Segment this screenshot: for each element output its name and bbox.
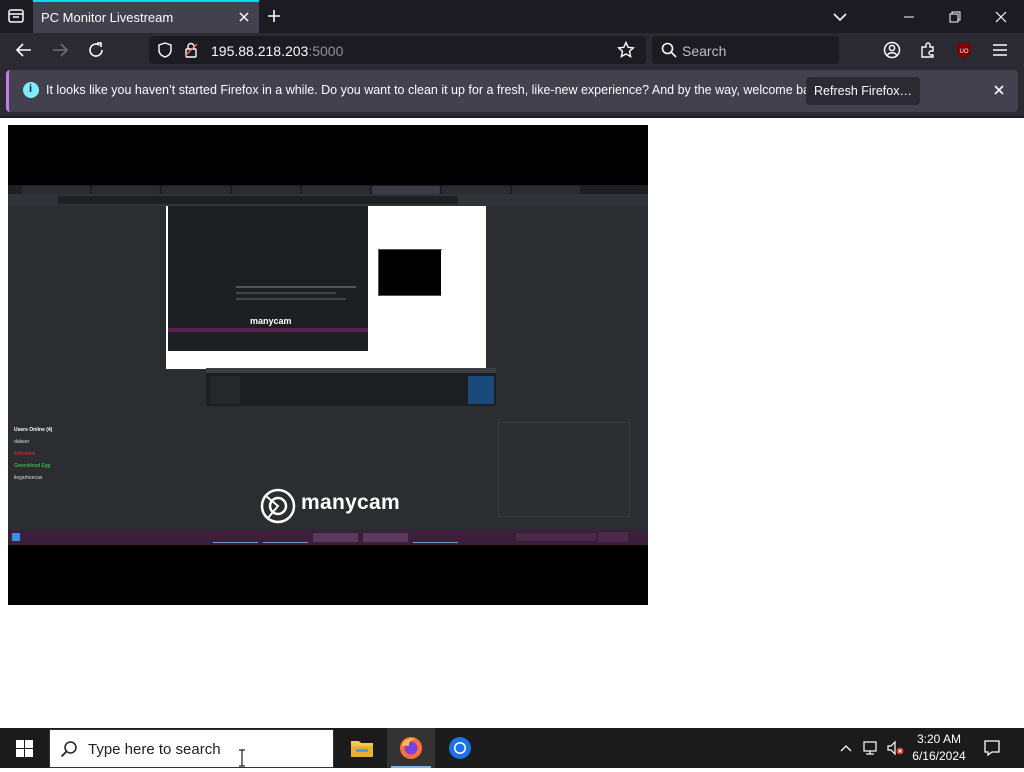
hamburger-menu-icon[interactable] <box>990 40 1010 60</box>
notification-message: It looks like you haven’t started Firefo… <box>46 83 827 97</box>
tracking-shield-icon[interactable] <box>157 42 173 63</box>
manycam-overlay: manycam <box>206 368 496 528</box>
insecure-lock-icon[interactable] <box>183 42 199 63</box>
chevron-down-icon[interactable] <box>833 10 847 22</box>
volume-muted-icon[interactable] <box>884 728 906 768</box>
firefox-taskbar-icon[interactable] <box>387 728 435 768</box>
reload-icon[interactable] <box>86 40 106 60</box>
taskbar-clock[interactable]: 3:20 AM 6/16/2024 <box>908 731 970 765</box>
taskbar-search-input[interactable]: Type here to search <box>49 729 334 768</box>
file-explorer-icon[interactable] <box>338 728 386 768</box>
url-host: 195.88.218.203 <box>211 43 309 59</box>
back-arrow-icon[interactable] <box>14 40 34 60</box>
tab-title: PC Monitor Livestream <box>41 10 174 25</box>
content-divider <box>0 116 1024 118</box>
user-item: dukeer <box>14 439 30 445</box>
chromium-taskbar-icon[interactable] <box>436 728 484 768</box>
tab-strip: PC Monitor Livestream <box>0 0 1024 33</box>
remote-window-thumbnail <box>206 368 496 406</box>
manycam-brand-text: manycam <box>301 491 400 514</box>
network-icon[interactable] <box>860 728 882 768</box>
livestream-video[interactable]: manycam Users Online (4) dukeer tloboste… <box>8 125 648 605</box>
users-online-title: Users Online (4) <box>14 427 53 433</box>
windows-start-icon[interactable] <box>0 728 48 768</box>
search-bar[interactable]: Search <box>652 36 839 64</box>
manycam-logo-icon <box>260 488 296 524</box>
close-tab-icon[interactable] <box>237 10 251 24</box>
windows-taskbar: Type here to search 3:20 AM 6/16/2024 <box>0 728 1024 768</box>
user-item: Greenblood Egg <box>14 463 51 469</box>
clock-time: 3:20 AM <box>916 732 962 746</box>
remote-screen: manycam Users Online (4) dukeer tloboste… <box>8 185 648 545</box>
account-icon[interactable] <box>882 40 902 60</box>
notification-center-icon[interactable] <box>978 728 1006 768</box>
url-bar[interactable]: 195.88.218.203:5000 <box>149 36 646 64</box>
user-item: tlobostein <box>14 451 36 457</box>
chevron-up-icon[interactable] <box>836 728 856 768</box>
new-tab-icon[interactable] <box>266 8 282 24</box>
taskbar-search-placeholder: Type here to search <box>88 741 221 758</box>
clock-date: 6/16/2024 <box>912 749 966 763</box>
notification-bar: i It looks like you haven’t started Fire… <box>0 67 1024 116</box>
navigation-toolbar: 195.88.218.203:5000 Search UO <box>0 33 1024 67</box>
remote-taskbar <box>8 530 648 545</box>
remote-tab-strip <box>8 185 648 194</box>
info-icon: i <box>23 82 39 98</box>
remote-nested-stream: manycam <box>168 206 477 351</box>
url-text[interactable]: 195.88.218.203:5000 <box>211 43 343 59</box>
remote-nav-bar <box>8 194 648 206</box>
refresh-firefox-button[interactable]: Refresh Firefox… <box>806 77 920 105</box>
search-placeholder: Search <box>682 43 727 59</box>
minimize-icon[interactable] <box>886 0 932 33</box>
notification-box: i It looks like you haven’t started Fire… <box>6 70 1018 112</box>
restore-icon[interactable] <box>932 0 978 33</box>
ublock-origin-icon[interactable]: UO <box>954 40 974 60</box>
url-port: :5000 <box>308 43 344 59</box>
search-icon <box>60 740 78 763</box>
user-item: liegarheecas <box>14 475 43 481</box>
forward-arrow-icon[interactable] <box>50 40 70 60</box>
search-icon <box>661 42 677 63</box>
bookmark-star-icon[interactable] <box>616 40 636 64</box>
extensions-puzzle-icon[interactable] <box>918 40 938 60</box>
firefox-view-icon[interactable] <box>6 6 26 26</box>
close-window-icon[interactable] <box>978 0 1024 33</box>
tab-pc-monitor[interactable]: PC Monitor Livestream <box>33 0 259 33</box>
close-notification-icon[interactable] <box>992 83 1006 97</box>
svg-text:UO: UO <box>960 49 969 55</box>
text-cursor-icon <box>238 749 246 772</box>
